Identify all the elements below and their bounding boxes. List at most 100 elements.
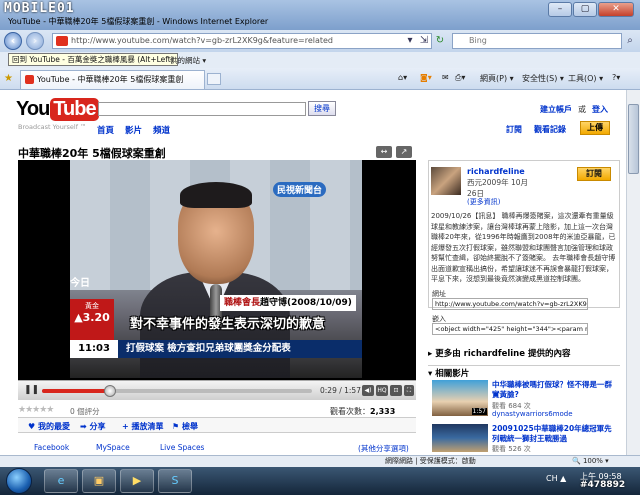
mail-icon[interactable]: ✉: [442, 73, 449, 82]
lock-dropdown-icon[interactable]: ▾: [404, 35, 416, 47]
search-icon[interactable]: ⌕: [624, 35, 636, 47]
start-button[interactable]: [6, 468, 32, 494]
nav-home[interactable]: 首頁: [97, 124, 114, 136]
compatibility-icon[interactable]: ⇲: [418, 35, 430, 47]
close-button[interactable]: ✕: [598, 2, 634, 17]
subscriptions-link[interactable]: 訂閱: [506, 124, 522, 135]
rating-stars[interactable]: ★★★★★: [18, 405, 54, 415]
expand-icon[interactable]: ↔: [376, 146, 392, 158]
favorite-button[interactable]: ♥ 我的最愛: [28, 421, 70, 432]
related-title[interactable]: 中华職棒被嗎打假球？怪不得是一群實黃臉?: [492, 380, 617, 399]
address-input[interactable]: http://www.youtube.com/watch?v=gb-zrL2XK…: [52, 33, 432, 49]
upload-date: 西元2009年 10月26日: [467, 178, 529, 198]
news-ticker: 打假球案 檢方查扣兄弟球團獎金分配表: [118, 340, 362, 358]
tools-menu[interactable]: 工具(O) ▾: [568, 73, 603, 84]
video-title: 中華職棒20年 5檔假球案重創: [18, 147, 166, 160]
related-videos-heading[interactable]: ▾ 相關影片: [428, 365, 620, 379]
language-indicator[interactable]: CH ▲: [546, 474, 566, 483]
embed-field[interactable]: <object width="425" height="344"><param …: [432, 323, 588, 335]
nav-videos[interactable]: 影片: [125, 124, 142, 136]
skype-taskbar-icon[interactable]: S: [158, 469, 192, 493]
pause-icon[interactable]: ❚❚: [24, 385, 39, 396]
fullscreen-icon[interactable]: ⛶: [404, 385, 414, 396]
vertical-scrollbar[interactable]: [626, 90, 640, 455]
related-user[interactable]: dynastywarriors6mode: [492, 410, 573, 418]
player-controls: ❚❚ 0:29 / 1:57 ◀) HQ ⊡ ⛶: [18, 380, 416, 400]
youtube-logo[interactable]: You Tube: [16, 98, 99, 121]
youtube-search-button[interactable]: 搜尋: [308, 101, 336, 116]
share-button[interactable]: ➡ 分享: [80, 421, 106, 432]
broadcast-yourself: Broadcast Yourself ™: [18, 123, 87, 131]
flag-button[interactable]: ⚑ 檢舉: [172, 421, 198, 432]
page-menu[interactable]: 網頁(P) ▾: [480, 73, 514, 84]
speaker-name: 趙守博(2008/10/09): [260, 298, 352, 308]
video-frame: 民視新聞台 今日 職棒會長趙守博(2008/10/09) 對不幸事件的發生表示深…: [70, 160, 362, 378]
address-url: http://www.youtube.com/watch?v=gb-zrL2XK…: [71, 36, 334, 45]
tab-youtube[interactable]: YouTube - 中華職棒20年 5檔假球案重創: [20, 70, 205, 89]
explorer-taskbar-icon[interactable]: ▣: [82, 469, 116, 493]
favorites-star-icon[interactable]: ★: [4, 73, 13, 84]
maximize-button[interactable]: ▢: [573, 2, 597, 17]
playlist-button[interactable]: + 播放清單: [122, 421, 164, 432]
youtube-favicon-icon: [25, 75, 34, 84]
related-thumbnail[interactable]: 1:57: [432, 380, 488, 416]
search-input[interactable]: Bing: [452, 33, 622, 49]
zoom-icon[interactable]: ⊡: [390, 385, 402, 396]
home-icon[interactable]: ⌂▾: [398, 73, 407, 82]
seek-handle[interactable]: [103, 385, 116, 397]
popout-icon[interactable]: ↗: [396, 146, 412, 158]
share-more[interactable]: (其他分享選項): [358, 443, 409, 454]
minimize-button[interactable]: –: [548, 2, 572, 17]
channel-info-box: richardfeline 西元2009年 10月26日 (更多資訊) 訂閱 2…: [428, 160, 620, 308]
logo-tube: Tube: [50, 98, 99, 121]
status-bar: 網際網路 | 受保護模式：啟動 🔍 100% ▾: [0, 455, 640, 467]
share-myspace[interactable]: MySpace: [96, 443, 130, 452]
youtube-search-input[interactable]: [98, 102, 306, 116]
volume-icon[interactable]: ◀): [362, 385, 374, 396]
action-bar: ♥ 我的最愛 ➡ 分享 + 播放清單 ⚑ 檢舉: [18, 417, 416, 433]
speaker-hair: [180, 182, 252, 208]
history-link[interactable]: 觀看記錄: [534, 124, 566, 135]
back-tooltip: 回到 YouTube - 百萬金獎之職棒風暴 (Alt+Left): [8, 53, 178, 66]
video-description: 2009/10/26【訊息】 職棒再爆簽賭案，這次還牽有重量級球星和教練涉案，讓…: [431, 212, 616, 283]
channel-name[interactable]: richardfeline: [467, 167, 525, 176]
hq-button[interactable]: HQ: [376, 385, 388, 396]
more-info-link[interactable]: (更多資訊): [467, 197, 500, 207]
address-toolbar: ‹ › http://www.youtube.com/watch?v=gb-zr…: [0, 30, 640, 52]
media-taskbar-icon[interactable]: ▶: [120, 469, 154, 493]
new-tab-button[interactable]: [207, 73, 221, 85]
news-clock: 11:03: [70, 340, 118, 358]
taskbar: e ▣ ▶ S CH ▲ 上午 09:58: [0, 467, 640, 495]
gold-price-box: 黃金 ▲3.20: [70, 299, 114, 341]
url-field[interactable]: http://www.youtube.com/watch?v=gb-zrL2XK…: [432, 298, 588, 310]
scrollbar-thumb[interactable]: [628, 104, 639, 174]
video-player[interactable]: 民視新聞台 今日 職棒會長趙守博(2008/10/09) 對不幸事件的發生表示深…: [18, 160, 416, 400]
ie-taskbar-icon[interactable]: e: [44, 469, 78, 493]
print-icon[interactable]: ⎙▾: [455, 73, 465, 83]
more-from-channel[interactable]: ▸ 更多由 richardfeline 提供的內容: [428, 347, 570, 359]
channel-avatar[interactable]: [431, 167, 461, 195]
login-link[interactable]: 登入: [592, 104, 608, 115]
subscribe-button[interactable]: 訂閱: [577, 167, 611, 181]
time-display: 0:29 / 1:57: [320, 386, 361, 395]
forward-button[interactable]: ›: [26, 32, 44, 50]
window-title: YouTube - 中華職棒20年 5檔假球案重創 - Windows Inte…: [8, 17, 269, 26]
upload-button[interactable]: 上傳: [580, 121, 610, 135]
share-livespaces[interactable]: Live Spaces: [160, 443, 204, 452]
zoom-level[interactable]: 🔍 100% ▾: [572, 456, 609, 467]
rss-icon[interactable]: ◙▾: [420, 73, 432, 82]
favorites-suggested-sites[interactable]: 供的網站 ▾: [170, 55, 206, 66]
tv-station-logo: 民視新聞台: [273, 182, 327, 197]
related-thumbnail[interactable]: [432, 424, 488, 452]
back-button[interactable]: ‹: [4, 32, 22, 50]
refresh-icon[interactable]: ↻: [434, 35, 446, 47]
views-value: 2,333: [370, 407, 396, 416]
safety-menu[interactable]: 安全性(S) ▾: [522, 73, 564, 84]
nav-channels[interactable]: 頻道: [153, 124, 170, 136]
related-title[interactable]: 20091025中華職棒20年總冠軍先列戰統一獅封王戰勝過: [492, 424, 617, 443]
seek-bar[interactable]: [42, 385, 312, 397]
signup-link[interactable]: 建立帳戶: [540, 104, 572, 115]
share-facebook[interactable]: Facebook: [34, 443, 69, 452]
gold-value: ▲3.20: [74, 311, 110, 324]
help-menu[interactable]: ?▾: [612, 73, 620, 82]
